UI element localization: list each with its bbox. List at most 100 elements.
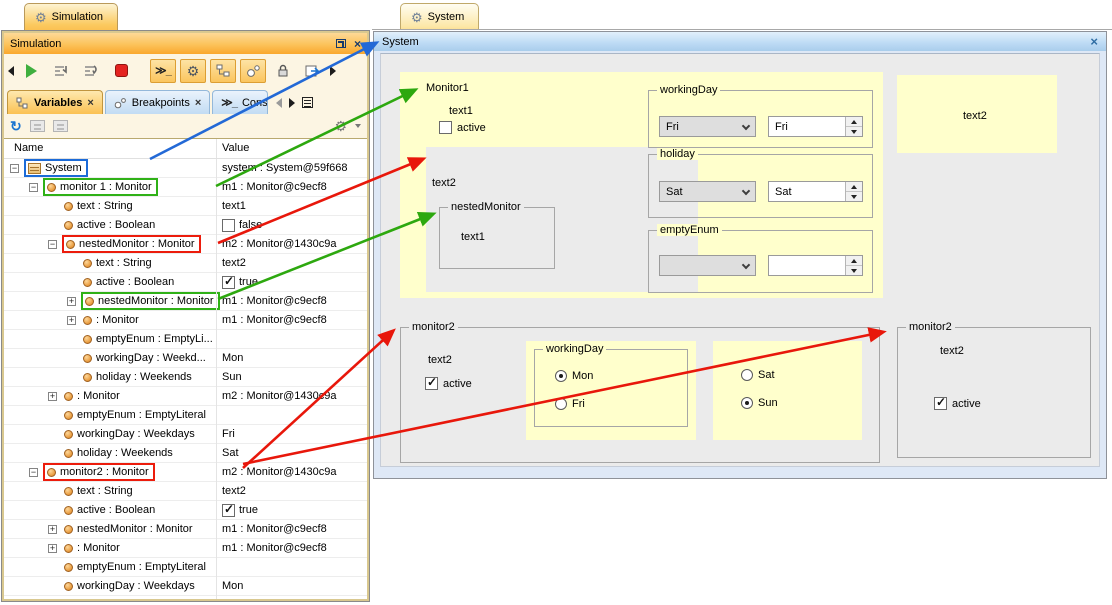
column-header-value[interactable]: Value [222,142,249,154]
value-checkbox[interactable]: ✓ [222,219,235,232]
value-cell[interactable]: Sun [222,368,242,386]
radio-sun[interactable] [741,397,753,409]
tree-row[interactable]: −monitor2 : Monitorm2 : Monitor@1430c9a [4,463,367,482]
float-window-icon[interactable] [336,39,346,48]
emptyenum-spinner[interactable] [768,255,863,276]
tab-list-icon[interactable] [302,97,313,108]
workingday-combobox[interactable]: Fri [659,116,756,137]
tab-variables[interactable]: Variables × [7,90,103,114]
tree-row[interactable]: holiday : WeekendsSun [4,368,367,387]
tree-row[interactable]: emptyEnum : EmptyLiteral [4,558,367,577]
value-checkbox[interactable]: ✓ [222,276,235,289]
tree-row[interactable]: emptyEnum : EmptyLiteral [4,406,367,425]
expander-icon[interactable]: − [10,164,19,173]
value-cell[interactable]: m1 : Monitor@c9ecf8 [222,539,327,557]
value-cell[interactable]: m2 : Monitor@1430c9a [222,387,337,405]
close-icon[interactable]: × [195,97,201,109]
tree-row[interactable]: text : Stringtext2 [4,482,367,501]
toggle-simulation-button[interactable]: ⚙ [180,59,206,83]
tab-scroll-left-icon[interactable] [276,98,282,108]
value-cell[interactable]: m2 : Monitor@1430c9a [222,463,337,481]
toolbar-overflow-right-icon[interactable] [330,66,336,76]
spinner-down-icon[interactable] [846,127,862,136]
column-header-name[interactable]: Name [14,142,43,154]
close-icon[interactable]: × [1090,34,1098,49]
value-cell[interactable]: Mon [222,349,243,367]
close-icon[interactable]: × [87,97,93,109]
active-checkbox[interactable]: ✓ [425,377,438,390]
tab-scroll-right-icon[interactable] [289,98,295,108]
expander-icon[interactable]: + [48,525,57,534]
tree-row[interactable]: + : Monitorm1 : Monitor@c9ecf8 [4,311,367,330]
value-cell[interactable]: ✓false [222,216,262,234]
spinner-down-icon[interactable] [846,192,862,201]
active-checkbox[interactable]: ✓ [439,121,452,134]
expander-icon[interactable]: + [67,316,76,325]
simulation-titlebar[interactable]: Simulation × [4,33,367,54]
spinner-up-icon[interactable] [846,117,862,127]
radio-fri[interactable] [555,398,567,410]
toggle-breakpoints-button[interactable] [240,59,266,83]
value-cell[interactable]: Mon [222,577,243,595]
value-cell[interactable]: m1 : Monitor@c9ecf8 [222,292,327,310]
value-cell[interactable]: m1 : Monitor@c9ecf8 [222,311,327,329]
tree-row[interactable]: emptyEnum : EmptyLi... [4,330,367,349]
tree-row[interactable]: active : Boolean✓false [4,216,367,235]
active-checkbox[interactable]: ✓ [934,397,947,410]
value-cell[interactable]: ✓true [222,501,258,519]
value-cell[interactable]: ✓true [222,273,258,291]
expand-all-icon[interactable] [53,120,68,132]
toggle-variables-button[interactable] [210,59,236,83]
expander-icon[interactable]: + [48,392,57,401]
options-gear-icon[interactable]: ⚙ [334,119,347,133]
value-checkbox[interactable]: ✓ [222,504,235,517]
tree-row[interactable]: text : Stringtext2 [4,254,367,273]
tree-row[interactable]: −monitor 1 : Monitorm1 : Monitor@c9ecf8 [4,178,367,197]
tree-row[interactable]: active : Boolean✓true [4,501,367,520]
value-cell[interactable]: m1 : Monitor@c9ecf8 [222,178,327,196]
tree-row[interactable]: +nestedMonitor : Monitorm1 : Monitor@c9e… [4,292,367,311]
refresh-icon[interactable]: ↻ [10,119,22,133]
system-titlebar[interactable]: System × [374,32,1106,51]
spinner-up-icon[interactable] [846,256,862,266]
tree-row[interactable]: + : Monitorm2 : Monitor@1430c9a [4,387,367,406]
collapse-all-icon[interactable] [30,120,45,132]
expander-icon[interactable]: − [48,240,57,249]
step-into-button[interactable] [48,59,74,83]
spinner-up-icon[interactable] [846,182,862,192]
value-cell[interactable]: text2 [222,482,246,500]
radio-sat[interactable] [741,369,753,381]
tree-row[interactable]: holiday : WeekendsSat [4,444,367,463]
options-caret-icon[interactable] [355,124,361,128]
value-cell[interactable]: system : System@59f668 [222,159,348,177]
value-cell[interactable]: Fri [222,425,235,443]
holiday-spinner[interactable]: Sat [768,181,863,202]
holiday-combobox[interactable]: Sat [659,181,756,202]
export-button[interactable] [300,59,326,83]
tree-row[interactable]: −Systemsystem : System@59f668 [4,159,367,178]
value-cell[interactable]: m2 : Monitor@1430c9a [222,235,337,253]
value-cell[interactable]: m1 : Monitor@c9ecf8 [222,520,327,538]
stop-button[interactable] [108,59,134,83]
expander-icon[interactable]: − [29,183,38,192]
tree-row[interactable]: workingDay : WeekdaysFri [4,425,367,444]
value-cell[interactable]: Sat [222,444,239,462]
tree-row[interactable]: −nestedMonitor : Monitorm2 : Monitor@143… [4,235,367,254]
emptyenum-combobox[interactable] [659,255,756,276]
tree-row[interactable]: + : Monitorm1 : Monitor@c9ecf8 [4,539,367,558]
tree-row[interactable]: workingDay : WeekdaysMon [4,577,367,596]
toolbar-overflow-left-icon[interactable] [8,66,14,76]
toggle-console-button[interactable]: ≫_ [150,59,176,83]
workingday-spinner[interactable]: Fri [768,116,863,137]
run-button[interactable] [18,59,44,83]
tree-row[interactable]: active : Boolean✓true [4,273,367,292]
tab-console[interactable]: ≫_ Cons [212,90,268,114]
expander-icon[interactable]: − [29,468,38,477]
spinner-down-icon[interactable] [846,266,862,275]
close-icon[interactable]: × [354,38,361,50]
tab-breakpoints[interactable]: Breakpoints × [105,90,211,114]
lock-button[interactable] [270,59,296,83]
value-cell[interactable]: text2 [222,254,246,272]
tree-row[interactable]: workingDay : Weekd...Mon [4,349,367,368]
expander-icon[interactable]: + [67,297,76,306]
